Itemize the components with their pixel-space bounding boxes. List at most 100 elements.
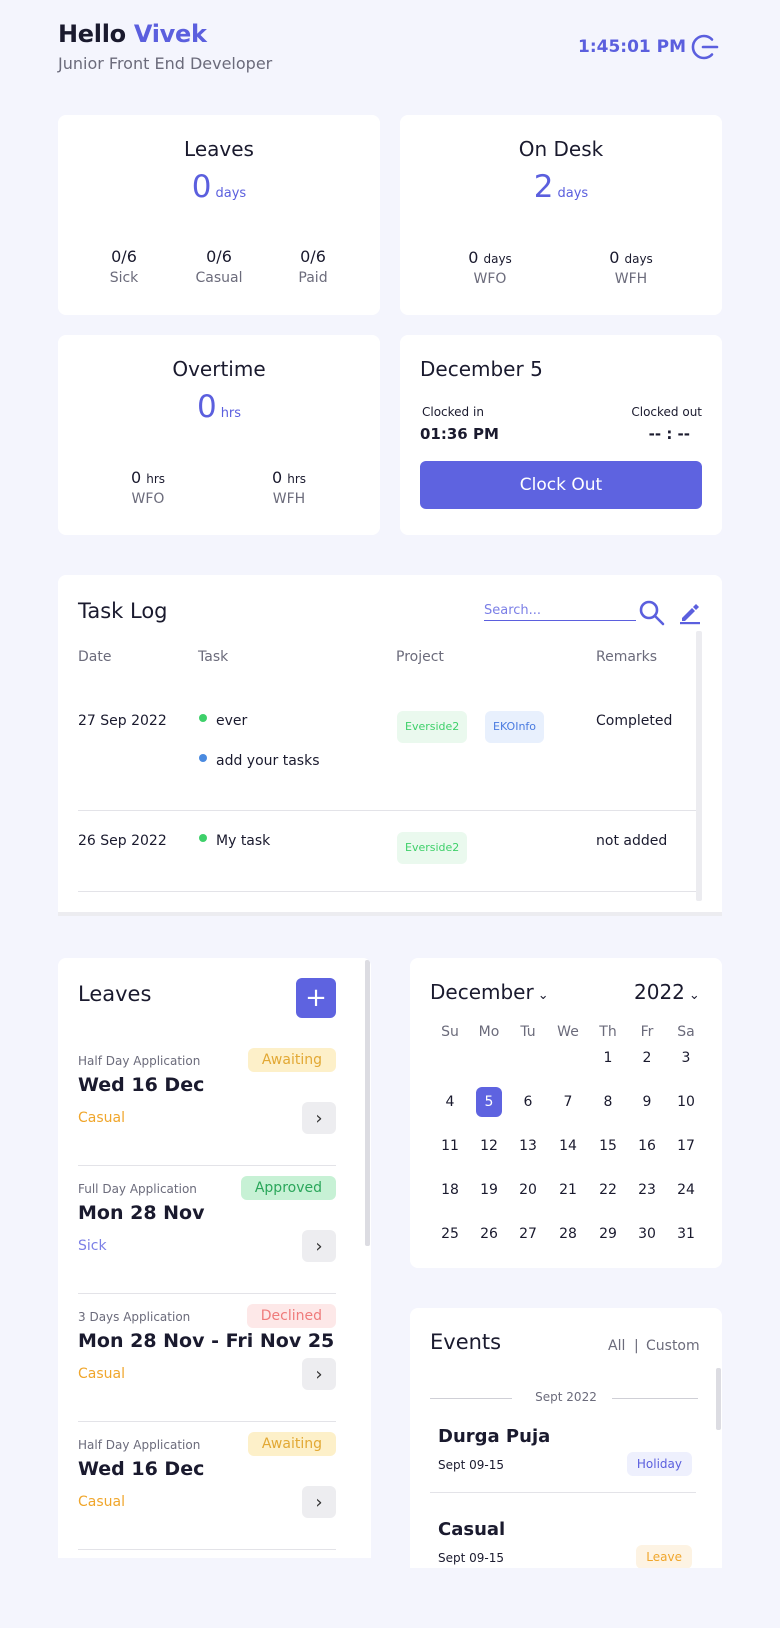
leaves-scrollbar[interactable] xyxy=(365,960,370,1246)
clock-out-button[interactable]: Clock Out xyxy=(420,461,702,509)
chevron-right-icon[interactable]: › xyxy=(302,1102,336,1134)
calendar-day[interactable]: 14 xyxy=(553,1131,583,1161)
add-leave-button[interactable]: + xyxy=(296,978,336,1018)
project-tag: Everside2 xyxy=(397,711,468,743)
calendar-day[interactable]: 13 xyxy=(513,1131,543,1161)
calendar-day[interactable]: 24 xyxy=(671,1175,701,1205)
stat-value: 0 xyxy=(271,468,283,487)
stat-wfh: 0 hrs WFH xyxy=(244,468,334,507)
overtime-total-value: 0 xyxy=(196,389,217,425)
group-divider xyxy=(612,1398,698,1399)
search-icon[interactable] xyxy=(638,599,666,627)
events-title: Events xyxy=(430,1330,502,1354)
chevron-down-icon: ⌄ xyxy=(688,988,700,1003)
edit-icon[interactable] xyxy=(678,601,702,625)
ondesk-total: 2 days xyxy=(400,169,722,205)
leaves-list-card: Leaves + Half Day Application Wed 16 Dec… xyxy=(58,958,371,1558)
calendar-day[interactable]: 18 xyxy=(435,1175,465,1205)
stat-wfh: 0 days WFH xyxy=(586,248,676,287)
task-search-input[interactable] xyxy=(484,601,636,621)
task-remarks: Completed xyxy=(596,713,673,729)
leaves-list-title: Leaves xyxy=(78,982,152,1006)
column-header-project: Project xyxy=(396,649,444,665)
task-name: ever xyxy=(216,713,248,729)
calendar-day[interactable]: 31 xyxy=(671,1219,701,1249)
status-badge: Awaiting xyxy=(247,1432,336,1456)
calendar-day[interactable]: 17 xyxy=(671,1131,701,1161)
stat-value: 0/6 xyxy=(300,247,326,266)
overtime-total-unit: hrs xyxy=(220,406,242,421)
stat-unit: hrs xyxy=(287,472,307,486)
filter-all[interactable]: All xyxy=(608,1338,625,1354)
task-item: My task xyxy=(199,833,270,849)
logout-icon[interactable] xyxy=(690,32,720,62)
calendar-day[interactable]: 6 xyxy=(513,1087,543,1117)
leave-category: Casual xyxy=(78,1366,125,1382)
task-date: 27 Sep 2022 xyxy=(78,713,167,729)
clocked-out-value: -- : -- xyxy=(648,425,690,443)
year-select[interactable]: 2022 ⌄ xyxy=(634,980,700,1004)
status-badge: Approved xyxy=(240,1176,336,1200)
calendar-day[interactable]: 10 xyxy=(671,1087,701,1117)
task-log-scrollbar[interactable] xyxy=(696,631,702,901)
task-item: ever xyxy=(199,713,247,729)
calendar-day[interactable]: 29 xyxy=(593,1219,623,1249)
filter-custom[interactable]: Custom xyxy=(646,1338,700,1354)
chevron-right-icon[interactable]: › xyxy=(302,1230,336,1262)
calendar-day[interactable]: 7 xyxy=(553,1087,583,1117)
calendar-day[interactable]: 28 xyxy=(553,1219,583,1249)
leave-date: Wed 16 Dec xyxy=(78,1074,205,1096)
project-tag: EKOInfo xyxy=(485,711,545,743)
calendar-day[interactable]: 26 xyxy=(474,1219,504,1249)
calendar-day[interactable]: 21 xyxy=(553,1175,583,1205)
green-dot-icon xyxy=(199,714,207,722)
row-divider xyxy=(78,891,696,892)
row-divider xyxy=(78,810,696,811)
calendar-day[interactable]: 22 xyxy=(593,1175,623,1205)
calendar-day[interactable]: 3 xyxy=(671,1043,701,1073)
weekday-label: Su xyxy=(441,1024,459,1040)
column-header-remarks: Remarks xyxy=(596,649,658,665)
chevron-right-icon[interactable]: › xyxy=(302,1358,336,1390)
calendar-day[interactable]: 19 xyxy=(474,1175,504,1205)
calendar-day-selected[interactable]: 5 xyxy=(476,1087,502,1117)
task-name: add your tasks xyxy=(216,753,320,769)
calendar-day[interactable]: 23 xyxy=(632,1175,662,1205)
event-group-label: Sept 2022 xyxy=(535,1390,597,1404)
stat-wfo: 0 hrs WFO xyxy=(103,468,193,507)
calendar-day[interactable]: 9 xyxy=(632,1087,662,1117)
calendar-day[interactable]: 25 xyxy=(435,1219,465,1249)
calendar-day[interactable]: 1 xyxy=(593,1043,623,1073)
calendar-day[interactable]: 2 xyxy=(632,1043,662,1073)
calendar-day[interactable]: 8 xyxy=(593,1087,623,1117)
stat-value: 0/6 xyxy=(206,247,232,266)
calendar-day[interactable]: 11 xyxy=(435,1131,465,1161)
task-log-hscroll[interactable] xyxy=(58,912,722,916)
calendar-day[interactable]: 12 xyxy=(474,1131,504,1161)
ondesk-total-unit: days xyxy=(557,186,589,201)
calendar-day[interactable]: 27 xyxy=(513,1219,543,1249)
event-divider xyxy=(430,1492,696,1493)
clocked-out-label: Clocked out xyxy=(631,405,702,419)
month-select[interactable]: December ⌄ xyxy=(430,980,549,1004)
weekday-label: Tu xyxy=(520,1024,536,1040)
calendar-day[interactable]: 15 xyxy=(593,1131,623,1161)
ondesk-card-title: On Desk xyxy=(518,137,604,161)
project-tag: Everside2 xyxy=(397,832,468,864)
task-name: My task xyxy=(216,833,271,849)
calendar-day[interactable]: 30 xyxy=(632,1219,662,1249)
stat-label: WFH xyxy=(614,271,648,287)
calendar-day[interactable]: 20 xyxy=(513,1175,543,1205)
task-log-card: Task Log Date Task Project Remarks 27 Se… xyxy=(58,575,722,915)
leave-date: Mon 28 Nov - Fri Nov 25 xyxy=(78,1330,335,1352)
calendar-day[interactable]: 4 xyxy=(435,1087,465,1117)
calendar-day[interactable]: 16 xyxy=(632,1131,662,1161)
leave-date: Mon 28 Nov xyxy=(78,1202,205,1224)
leave-item: 3 Days Application Mon 28 Nov - Fri Nov … xyxy=(78,1294,336,1422)
chevron-right-icon[interactable]: › xyxy=(302,1486,336,1518)
calendar-card: December ⌄ 2022 ⌄ Su Mo Tu We Th Fr Sa 1 2 3 4 5 6 7 8 9 1… xyxy=(410,958,722,1268)
stat-label: Sick xyxy=(109,270,139,286)
weekday-label: We xyxy=(557,1024,579,1040)
events-card: Events All | Custom Sept 2022 Durga Puja… xyxy=(410,1308,722,1568)
stat-unit: days xyxy=(624,252,653,266)
